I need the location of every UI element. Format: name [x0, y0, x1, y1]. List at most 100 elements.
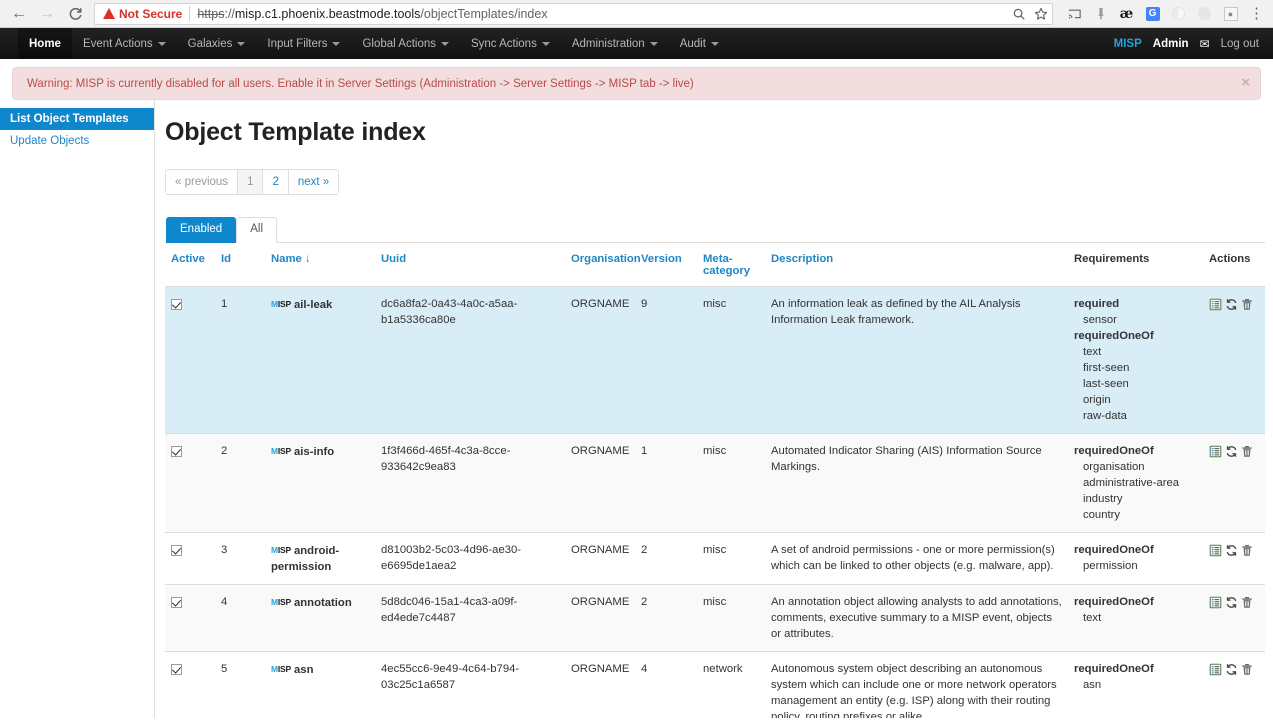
address-bar[interactable]: Not Secure https://misp.c1.phoenix.beast…	[94, 2, 1053, 25]
delete-icon[interactable]	[1241, 445, 1253, 458]
cell-id: 2	[215, 433, 265, 533]
column-header-description[interactable]: Description	[765, 243, 1068, 287]
column-header-id[interactable]: Id	[215, 243, 265, 287]
nav-item-label: Global Actions	[362, 37, 436, 50]
view-icon[interactable]	[1209, 596, 1222, 609]
refresh-icon[interactable]	[1225, 298, 1238, 311]
view-icon[interactable]	[1209, 544, 1222, 557]
cell-version: 4	[635, 651, 697, 718]
active-checkbox[interactable]	[171, 596, 182, 608]
back-arrow-icon[interactable]: ←	[6, 1, 32, 27]
requirement-item: administrative-area	[1083, 477, 1180, 489]
refresh-icon[interactable]	[1225, 544, 1238, 557]
logout-link[interactable]: Log out	[1221, 38, 1259, 50]
active-checkbox[interactable]	[171, 298, 182, 310]
cell-version: 2	[635, 584, 697, 652]
cell-name: MISP annotation	[265, 584, 375, 652]
delete-icon[interactable]	[1241, 298, 1253, 311]
template-name-link[interactable]: ail-leak	[294, 299, 332, 311]
pagination-previous[interactable]: « previous	[165, 169, 238, 195]
delete-icon[interactable]	[1241, 596, 1253, 609]
refresh-icon[interactable]	[1225, 596, 1238, 609]
cast-icon[interactable]	[1066, 5, 1083, 22]
table-row[interactable]: 5 MISP asn 4ec55cc6-9e49-4c64-b794-03c25c1a…	[165, 651, 1265, 718]
table-header: Active Id Name ↓ Uuid Organisation Versi…	[165, 243, 1265, 287]
column-header-name[interactable]: Name ↓	[265, 243, 375, 287]
view-icon[interactable]	[1209, 663, 1222, 676]
extension-circle-icon[interactable]	[1170, 5, 1187, 22]
misp-brand-link[interactable]: MISP	[1114, 38, 1142, 50]
refresh-icon[interactable]	[1225, 445, 1238, 458]
nav-item-audit[interactable]: Audit	[669, 28, 730, 59]
nav-item-home[interactable]: Home	[18, 28, 72, 59]
table-row[interactable]: 3 MISP android-permission d81003b2-5c03-4d9…	[165, 532, 1265, 585]
template-name-link[interactable]: ais-info	[294, 446, 334, 458]
active-checkbox[interactable]	[171, 544, 182, 556]
cell-meta-category: network	[697, 651, 765, 718]
nav-item-label: Audit	[679, 37, 706, 50]
view-icon[interactable]	[1209, 298, 1222, 311]
column-header-uuid[interactable]: Uuid	[375, 243, 565, 287]
envelope-icon[interactable]: ✉	[1200, 37, 1210, 51]
tab-enabled[interactable]: Enabled	[166, 217, 237, 243]
cell-uuid: 1f3f466d-465f-4c3a-8cce-933642c9ea83	[375, 433, 565, 533]
nav-item-administration[interactable]: Administration	[561, 28, 669, 59]
chevron-down-icon	[157, 41, 166, 46]
cell-description: An information leak as defined by the AI…	[765, 286, 1068, 434]
table-row[interactable]: 2 MISP ais-info 1f3f466d-465f-4c3a-8cce-933…	[165, 433, 1265, 533]
tab-all[interactable]: All	[236, 217, 277, 243]
cell-id: 4	[215, 584, 265, 652]
active-checkbox[interactable]	[171, 663, 182, 675]
profile-avatar-icon[interactable]: ●	[1222, 5, 1239, 22]
column-header-version[interactable]: Version	[635, 243, 697, 287]
table-row[interactable]: 4 MISP annotation 5d8dc046-15a1-4ca3-a09f-e…	[165, 584, 1265, 652]
ae-extension-icon[interactable]: æ	[1118, 5, 1135, 22]
column-header-meta-category[interactable]: Meta-category	[697, 243, 765, 287]
pin-icon[interactable]	[1092, 5, 1109, 22]
close-icon[interactable]: ×	[1241, 75, 1250, 90]
google-translate-icon[interactable]: G	[1144, 5, 1161, 22]
nav-item-galaxies[interactable]: Galaxies	[177, 28, 257, 59]
delete-icon[interactable]	[1241, 544, 1253, 557]
column-header-active[interactable]: Active	[165, 243, 215, 287]
template-name-link[interactable]: annotation	[294, 597, 352, 609]
template-name-link[interactable]: asn	[294, 664, 313, 676]
delete-icon[interactable]	[1241, 663, 1253, 676]
cell-active	[165, 584, 215, 652]
nav-item-global-actions[interactable]: Global Actions	[351, 28, 460, 59]
pagination-page-1[interactable]: 1	[237, 169, 263, 195]
refresh-icon[interactable]	[1225, 663, 1238, 676]
current-user-link[interactable]: Admin	[1153, 38, 1189, 50]
active-checkbox[interactable]	[171, 445, 182, 457]
main-navigation: Home Event Actions Galaxies Input Filter…	[0, 28, 1273, 59]
cell-organisation: ORGNAME	[565, 584, 635, 652]
kebab-menu-icon[interactable]: ⋮	[1248, 5, 1265, 22]
search-icon[interactable]	[1012, 7, 1026, 21]
view-icon[interactable]	[1209, 445, 1222, 458]
pagination-next[interactable]: next »	[287, 169, 340, 195]
sidebar-item-update-objects[interactable]: Update Objects	[0, 130, 154, 152]
sidebar-item-list-object-templates[interactable]: List Object Templates	[0, 108, 154, 130]
cell-name: MISP asn	[265, 651, 375, 718]
pagination-page-2[interactable]: 2	[262, 169, 288, 195]
cell-organisation: ORGNAME	[565, 433, 635, 533]
column-header-organisation[interactable]: Organisation	[565, 243, 641, 287]
not-secure-indicator[interactable]: Not Secure	[103, 7, 189, 21]
forward-arrow-icon[interactable]: →	[34, 1, 60, 27]
reload-icon[interactable]	[62, 1, 88, 27]
cell-active	[165, 651, 215, 718]
nav-item-label: Sync Actions	[470, 37, 537, 50]
nav-item-label: Event Actions	[82, 37, 153, 50]
table-row[interactable]: 1 MISP ail-leak dc6a8fa2-0a43-4a0c-a5aa-b1a…	[165, 286, 1265, 434]
star-icon[interactable]	[1034, 7, 1048, 21]
nav-item-event-actions[interactable]: Event Actions	[72, 28, 177, 59]
extension-circle-icon[interactable]	[1196, 5, 1213, 22]
requirement-group: requiredOneOf	[1074, 445, 1154, 457]
nav-item-sync-actions[interactable]: Sync Actions	[460, 28, 561, 59]
chevron-down-icon	[237, 41, 246, 46]
nav-item-input-filters[interactable]: Input Filters	[256, 28, 351, 59]
misp-logo-icon: MISP	[271, 545, 291, 555]
pagination: « previous 1 2 next »	[165, 169, 1265, 195]
nav-user-area: MISP Admin ✉ Log out	[1114, 28, 1273, 59]
cell-id: 1	[215, 286, 265, 434]
